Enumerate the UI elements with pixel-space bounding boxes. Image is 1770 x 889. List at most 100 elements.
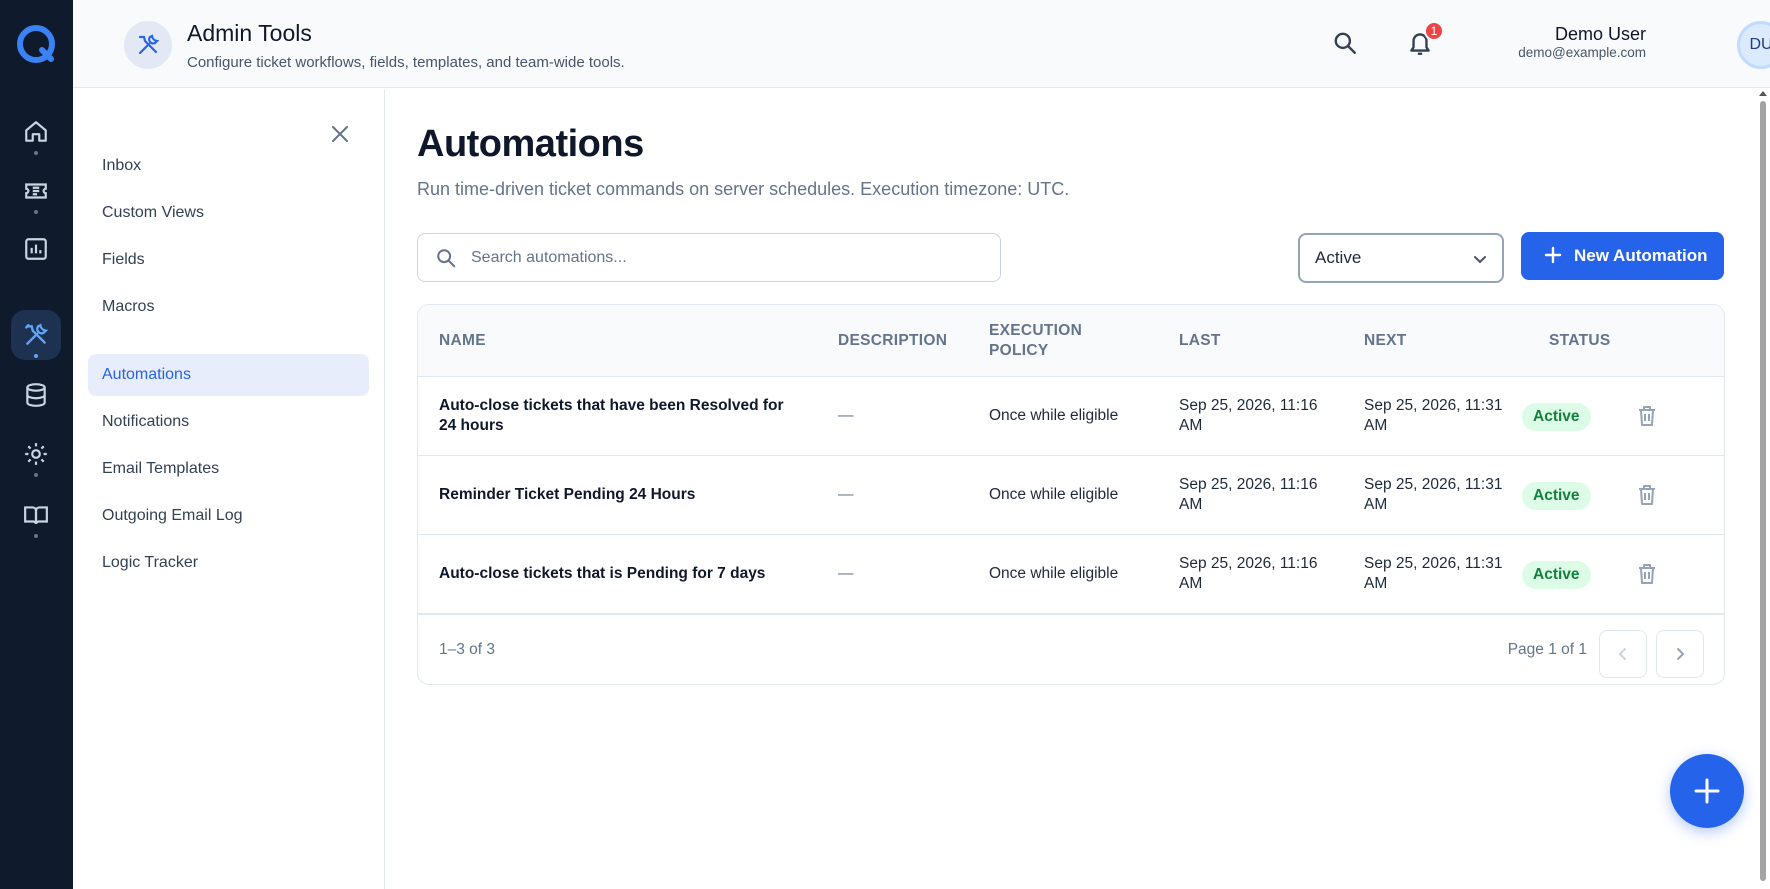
close-subnav-button[interactable] [329,123,351,145]
automation-last-run-line1: Sep 25, 2026, 11:16 [1179,555,1318,572]
automation-description: — [838,565,854,582]
search-icon [1334,32,1356,54]
automation-last-run-line1: Sep 25, 2026, 11:16 [1179,397,1318,414]
rail-home-button[interactable] [11,107,61,157]
table-row[interactable]: Auto-close tickets that is Pending for 7… [418,535,1724,614]
delete-automation-button[interactable] [1635,404,1659,428]
subnav-item-fields[interactable]: Fields [88,239,369,281]
automation-last-run-line1: Sep 25, 2026, 11:16 [1179,476,1318,493]
rail-dot [34,473,38,477]
rail-admin-tools-button[interactable] [11,310,61,360]
delete-automation-button[interactable] [1635,562,1659,586]
ticket-icon [25,183,47,199]
subnav-item-logic-tracker[interactable]: Logic Tracker [88,542,369,584]
status-filter-select[interactable]: Active [1298,233,1504,283]
admin-tools-icon-badge [124,21,172,69]
table-header: NAME DESCRIPTION EXECUTION POLICY LAST N… [418,305,1724,377]
status-badge: Active [1522,482,1591,510]
automation-next-run-line2: AM [1364,575,1388,592]
search-icon [437,249,456,268]
user-email: demo@example.com [1518,45,1646,60]
chevron-down-icon [1474,256,1486,264]
automation-policy: Once while eligible [989,565,1119,582]
status-badge: Active [1522,561,1591,589]
rail-tickets-button[interactable] [11,166,61,216]
main-content: Automations Run time-driven ticket comma… [386,89,1756,889]
rail-reports-button[interactable] [11,224,61,274]
floating-add-button[interactable] [1670,754,1744,828]
new-automation-label: New Automation [1574,246,1708,265]
table-row[interactable]: Auto-close tickets that have been Resolv… [418,377,1724,456]
new-automation-button[interactable]: New Automation [1521,232,1724,280]
subnav-item-macros[interactable]: Macros [88,286,369,328]
page-description: Run time-driven ticket commands on serve… [417,179,1070,199]
app-logo-icon[interactable] [14,22,58,66]
subnav-item-automations[interactable]: Automations [88,354,369,396]
automation-name[interactable]: Auto-close tickets that is Pending for 7… [439,564,789,584]
plus-icon [1544,246,1562,264]
rail-settings-button[interactable] [11,429,61,479]
subnav-item-email-templates[interactable]: Email Templates [88,448,369,490]
rail-dot [34,354,38,358]
table-row[interactable]: Reminder Ticket Pending 24 Hours — Once … [418,456,1724,535]
subnav-item-custom-views[interactable]: Custom Views [88,192,369,234]
automation-last-run-line2: AM [1179,417,1203,434]
top-header: Admin Tools Configure ticket workflows, … [73,0,1770,88]
database-icon [26,383,46,407]
rail-knowledge-base-button[interactable] [11,490,61,540]
rail-data-button[interactable] [11,370,61,420]
tools-icon [138,34,160,55]
page-info: Page 1 of 1 [1507,641,1587,658]
automation-last-run-line2: AM [1179,575,1203,592]
table-footer: 1–3 of 3 Page 1 of 1 [418,614,1724,684]
automation-description: — [838,486,854,503]
gear-icon [25,443,47,465]
scroll-up-arrow[interactable] [1759,91,1767,96]
plus-icon [1694,778,1720,804]
automations-search[interactable] [417,233,1001,282]
column-header-description[interactable]: DESCRIPTION [838,331,947,351]
admin-subnav: Inbox Custom Views Fields Macros Automat… [73,89,385,889]
automation-policy: Once while eligible [989,486,1119,503]
page-scrollbar[interactable] [1756,89,1770,889]
results-count: 1–3 of 3 [439,641,496,658]
page-title: Automations [417,123,644,165]
column-header-status[interactable]: STATUS [1549,331,1611,351]
column-header-next[interactable]: NEXT [1364,331,1407,351]
column-header-execution-policy-line2[interactable]: POLICY [989,341,1049,361]
status-filter-value: Active [1315,248,1362,267]
chevron-left-icon [1618,648,1626,660]
delete-automation-button[interactable] [1635,483,1659,507]
app-rail [0,0,73,889]
automation-description: — [838,407,854,424]
rail-dot [34,210,38,214]
status-badge: Active [1522,403,1591,431]
subnav-item-notifications[interactable]: Notifications [88,401,369,443]
previous-page-button[interactable] [1599,630,1647,678]
user-avatar[interactable]: DU [1737,21,1770,69]
automations-table: NAME DESCRIPTION EXECUTION POLICY LAST N… [417,304,1725,685]
column-header-name[interactable]: NAME [439,331,486,351]
chevron-right-icon [1677,648,1685,660]
notification-count-badge: 1 [1424,21,1444,41]
rail-dot [34,151,38,155]
scroll-thumb[interactable] [1760,101,1766,881]
page-header-subtitle: Configure ticket workflows, fields, temp… [187,54,625,71]
automation-policy: Once while eligible [989,407,1119,424]
user-name: Demo User [1554,24,1646,44]
automation-next-run-line1: Sep 25, 2026, 11:31 [1364,555,1503,572]
global-search-button[interactable] [1329,27,1361,59]
automation-name[interactable]: Auto-close tickets that have been Resolv… [439,396,789,436]
chart-icon [25,238,47,260]
automation-next-run-line1: Sep 25, 2026, 11:31 [1364,476,1503,493]
automation-name[interactable]: Reminder Ticket Pending 24 Hours [439,485,789,505]
next-page-button[interactable] [1656,630,1704,678]
page-header-title: Admin Tools [187,20,312,46]
rail-dot [34,534,38,538]
subnav-item-inbox[interactable]: Inbox [88,145,369,187]
subnav-item-outgoing-email-log[interactable]: Outgoing Email Log [88,495,369,537]
column-header-last[interactable]: LAST [1179,331,1221,351]
search-input[interactable] [471,246,971,270]
column-header-execution-policy-line1[interactable]: EXECUTION [989,321,1082,341]
automation-next-run-line2: AM [1364,496,1388,513]
